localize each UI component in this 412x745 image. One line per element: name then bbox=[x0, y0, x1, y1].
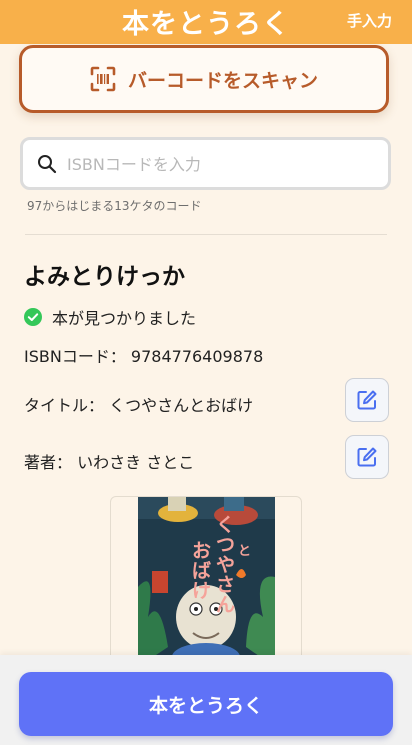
check-circle-icon bbox=[24, 308, 42, 326]
title-value: くつやさんとおばけ bbox=[109, 396, 254, 415]
svg-text:や: や bbox=[216, 554, 235, 576]
svg-text:つ: つ bbox=[216, 534, 235, 556]
isbn-search-box bbox=[20, 137, 391, 190]
svg-text:ん: ん bbox=[216, 594, 235, 616]
book-cover: く つ や さ ん と お ば け bbox=[110, 496, 302, 666]
manual-input-button[interactable]: 手入力 bbox=[347, 10, 392, 31]
register-book-label: 本をとうろく bbox=[148, 694, 263, 717]
isbn-hint: 97からはじまる13ケタのコード bbox=[27, 199, 202, 213]
edit-icon bbox=[357, 390, 377, 410]
svg-text:け: け bbox=[192, 580, 211, 602]
isbn-input[interactable] bbox=[65, 146, 379, 182]
status-row: 本が見つかりました bbox=[24, 305, 196, 329]
svg-text:さ: さ bbox=[216, 574, 235, 596]
isbn-row: ISBNコード： 9784776409878 bbox=[24, 343, 263, 367]
register-book-button[interactable]: 本をとうろく bbox=[19, 672, 393, 736]
author-label: 著者： bbox=[24, 453, 73, 472]
title-row: タイトル： くつやさんとおばけ bbox=[24, 392, 253, 416]
book-cover-image: く つ や さ ん と お ば け bbox=[138, 497, 275, 665]
svg-text:ば: ば bbox=[192, 560, 211, 582]
scan-barcode-button[interactable]: バーコードをスキャン bbox=[19, 45, 389, 113]
svg-text:く: く bbox=[216, 514, 235, 536]
author-value: いわさき さとこ bbox=[77, 453, 195, 472]
status-text: 本が見つかりました bbox=[52, 309, 197, 328]
title-label: タイトル： bbox=[24, 396, 105, 415]
svg-text:お: お bbox=[192, 540, 211, 562]
edit-title-button[interactable] bbox=[345, 378, 389, 422]
app-header: 本をとうろく 手入力 bbox=[0, 0, 412, 44]
search-icon bbox=[38, 155, 57, 174]
scan-barcode-label: バーコードをスキャン bbox=[127, 69, 318, 92]
edit-author-button[interactable] bbox=[345, 435, 389, 479]
barcode-scan-icon bbox=[90, 66, 116, 92]
result-heading: よみとりけっか bbox=[24, 264, 185, 290]
section-divider bbox=[25, 234, 387, 235]
svg-text:と: と bbox=[238, 544, 251, 559]
isbn-label: ISBNコード： bbox=[24, 347, 126, 366]
edit-icon bbox=[357, 447, 377, 467]
isbn-value: 9784776409878 bbox=[130, 347, 264, 366]
author-row: 著者： いわさき さとこ bbox=[24, 449, 194, 473]
